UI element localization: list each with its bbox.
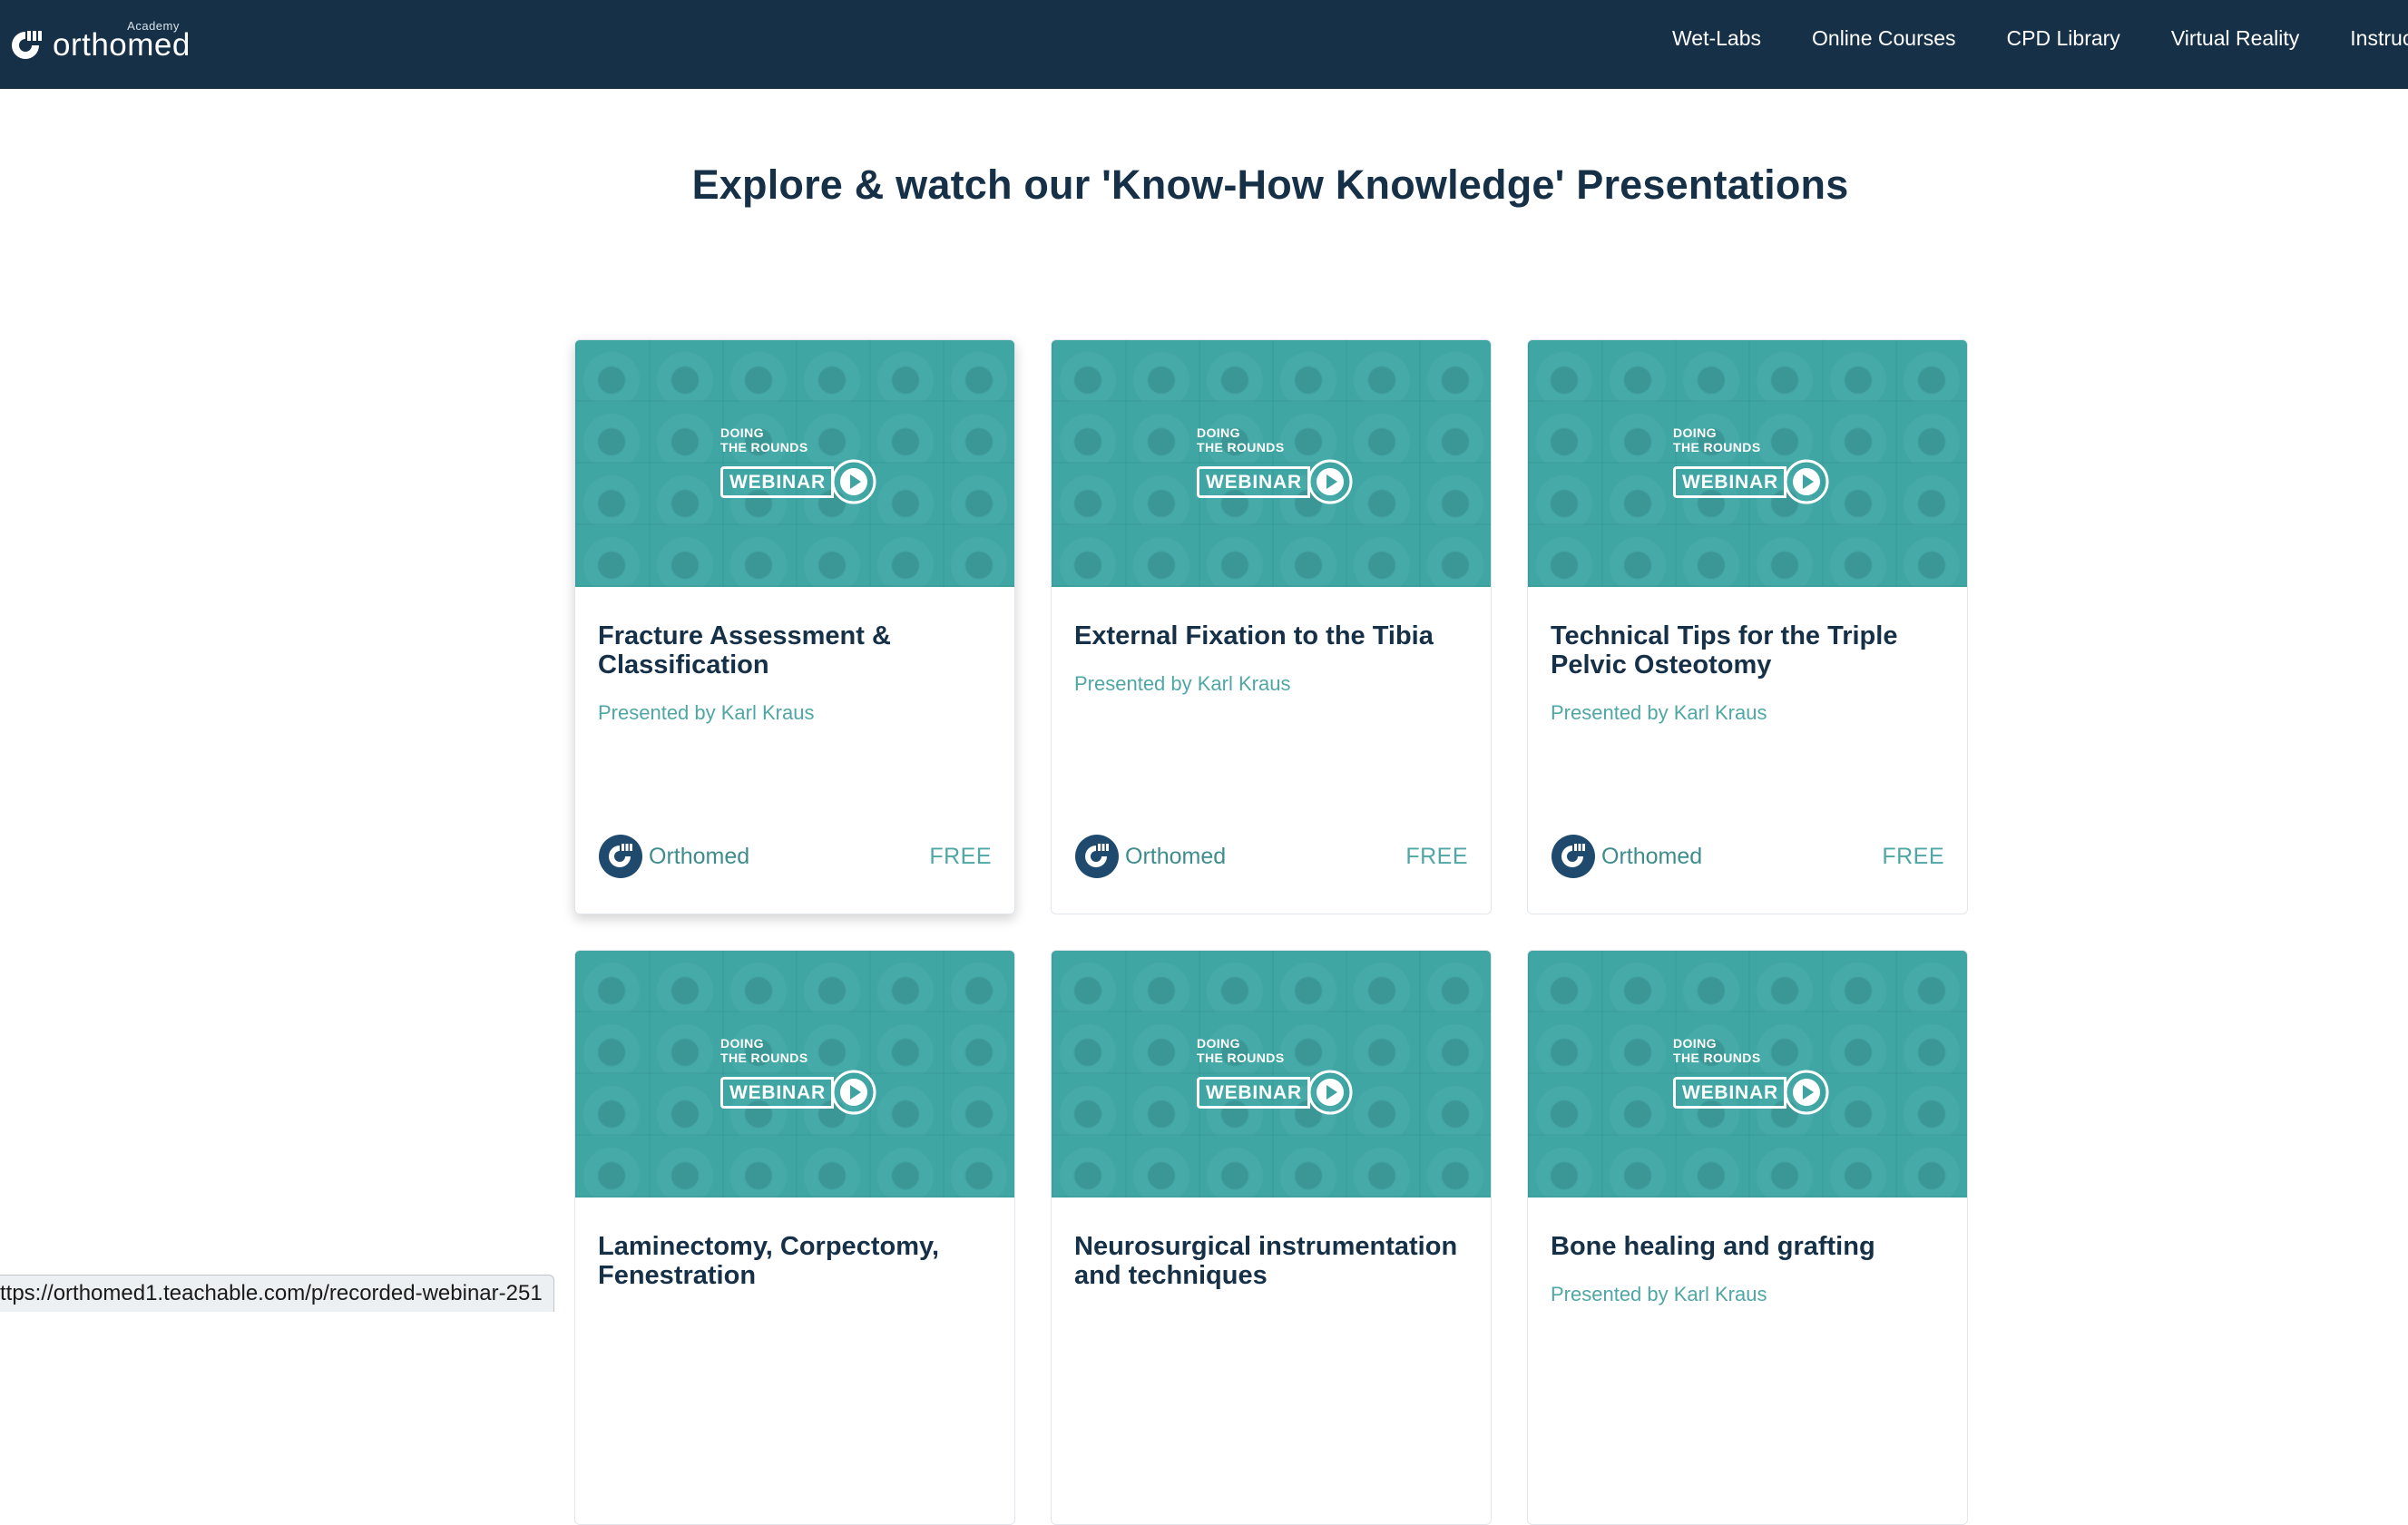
course-thumbnail: DOING THE ROUNDS WEBINAR: [1528, 340, 1967, 587]
play-circle-icon: [1307, 1070, 1353, 1115]
top-navbar: orthomed Academy Wet-Labs Online Courses…: [0, 0, 2408, 89]
course-provider: Orthomed: [1551, 834, 1702, 879]
course-card-body: Laminectomy, Corpectomy, Fenestration: [575, 1198, 1014, 1290]
course-card-body: Fracture Assessment & Classification Pre…: [575, 587, 1014, 725]
main-nav: Wet-Labs Online Courses CPD Library Virt…: [1672, 0, 2408, 76]
course-price: FREE: [1405, 843, 1468, 869]
webinar-badge: DOING THE ROUNDS WEBINAR: [1197, 425, 1354, 505]
play-circle-icon: [1307, 459, 1353, 504]
nav-item-cpd-library[interactable]: CPD Library: [2007, 26, 2120, 51]
badge-line-2: THE ROUNDS: [1197, 1051, 1285, 1065]
orthomed-avatar-icon: [1075, 835, 1119, 878]
badge-word: WEBINAR: [1197, 465, 1310, 498]
orthomed-logo-icon: [12, 31, 42, 59]
badge-pill: WEBINAR: [720, 458, 877, 505]
course-card[interactable]: DOING THE ROUNDS WEBINAR Technical Tips …: [1527, 339, 1968, 914]
course-title: Fracture Assessment & Classification: [598, 621, 891, 679]
course-thumbnail: DOING THE ROUNDS WEBINAR: [575, 951, 1014, 1198]
provider-name: Orthomed: [1125, 843, 1227, 869]
orthomed-avatar-icon: [599, 835, 642, 878]
course-author: Presented by Karl Kraus: [1074, 672, 1291, 695]
course-card[interactable]: DOING THE ROUNDS WEBINAR External Fixati…: [1051, 339, 1492, 914]
course-title: Technical Tips for the Triple Pelvic Ost…: [1551, 621, 1898, 679]
badge-word: WEBINAR: [1673, 1076, 1786, 1109]
course-title: External Fixation to the Tibia: [1074, 621, 1434, 650]
webinar-badge: DOING THE ROUNDS WEBINAR: [1197, 1036, 1354, 1116]
badge-line-2: THE ROUNDS: [720, 1051, 808, 1065]
course-price: FREE: [929, 843, 992, 869]
course-thumbnail: DOING THE ROUNDS WEBINAR: [1052, 951, 1491, 1198]
badge-line-1: DOING: [720, 425, 764, 440]
webinar-badge: DOING THE ROUNDS WEBINAR: [720, 1036, 877, 1116]
badge-pill: WEBINAR: [1673, 458, 1830, 505]
course-card-footer: Orthomed FREE: [1074, 834, 1468, 879]
course-title: Laminectomy, Corpectomy, Fenestration: [598, 1232, 940, 1290]
course-card-body: Bone healing and grafting Presented by K…: [1528, 1198, 1967, 1306]
logo-tag: Academy: [127, 19, 180, 33]
course-card-body: Technical Tips for the Triple Pelvic Ost…: [1528, 587, 1967, 725]
course-author: Presented by Karl Kraus: [1551, 1283, 1767, 1305]
course-thumbnail: DOING THE ROUNDS WEBINAR: [1528, 951, 1967, 1198]
badge-word: WEBINAR: [1197, 1076, 1310, 1109]
badge-word: WEBINAR: [1673, 465, 1786, 498]
course-card-body: External Fixation to the Tibia Presented…: [1052, 587, 1491, 696]
course-title: Neurosurgical instrumentation and techni…: [1074, 1232, 1458, 1290]
course-title: Bone healing and grafting: [1551, 1232, 1875, 1261]
webinar-badge: DOING THE ROUNDS WEBINAR: [1673, 425, 1830, 505]
course-card[interactable]: DOING THE ROUNDS WEBINAR Fracture Assess…: [574, 339, 1015, 914]
play-circle-icon: [831, 1070, 876, 1115]
play-circle-icon: [831, 459, 876, 504]
course-grid: DOING THE ROUNDS WEBINAR Fracture Assess…: [574, 339, 1968, 1525]
course-price: FREE: [1882, 843, 1944, 869]
badge-pill: WEBINAR: [1197, 458, 1354, 505]
badge-pill: WEBINAR: [1673, 1069, 1830, 1116]
badge-word: WEBINAR: [720, 465, 834, 498]
course-thumbnail: DOING THE ROUNDS WEBINAR: [1052, 340, 1491, 587]
course-card[interactable]: DOING THE ROUNDS WEBINAR Neurosurgical i…: [1051, 950, 1492, 1525]
badge-line-2: THE ROUNDS: [720, 440, 808, 455]
provider-name: Orthomed: [1601, 843, 1703, 869]
badge-word: WEBINAR: [720, 1076, 834, 1109]
course-card-body: Neurosurgical instrumentation and techni…: [1052, 1198, 1491, 1290]
webinar-badge: DOING THE ROUNDS WEBINAR: [720, 425, 877, 505]
badge-line-1: DOING: [1197, 425, 1240, 440]
course-thumbnail: DOING THE ROUNDS WEBINAR: [575, 340, 1014, 587]
badge-pill: WEBINAR: [720, 1069, 877, 1116]
site-logo[interactable]: orthomed Academy: [7, 16, 191, 74]
badge-line-2: THE ROUNDS: [1673, 440, 1761, 455]
badge-line-1: DOING: [1673, 1036, 1717, 1051]
course-provider: Orthomed: [598, 834, 749, 879]
badge-line-1: DOING: [1673, 425, 1717, 440]
badge-line-1: DOING: [1197, 1036, 1240, 1051]
nav-item-instructors[interactable]: Instructo: [2350, 26, 2408, 51]
play-circle-icon: [1784, 1070, 1829, 1115]
status-bar-url: ttps://orthomed1.teachable.com/p/recorde…: [0, 1275, 554, 1312]
nav-item-online-courses[interactable]: Online Courses: [1812, 26, 1956, 51]
badge-line-2: THE ROUNDS: [1197, 440, 1285, 455]
course-card[interactable]: DOING THE ROUNDS WEBINAR Bone healing an…: [1527, 950, 1968, 1525]
course-author: Presented by Karl Kraus: [598, 701, 815, 724]
course-card-footer: Orthomed FREE: [598, 834, 992, 879]
nav-item-wet-labs[interactable]: Wet-Labs: [1672, 26, 1761, 51]
course-provider: Orthomed: [1074, 834, 1226, 879]
nav-item-virtual-reality[interactable]: Virtual Reality: [2171, 26, 2299, 51]
badge-line-1: DOING: [720, 1036, 764, 1051]
badge-pill: WEBINAR: [1197, 1069, 1354, 1116]
badge-line-2: THE ROUNDS: [1673, 1051, 1761, 1065]
orthomed-avatar-icon: [1551, 835, 1595, 878]
course-card-footer: Orthomed FREE: [1551, 834, 1944, 879]
course-author: Presented by Karl Kraus: [1551, 701, 1767, 724]
logo-wordmark: orthomed Academy: [53, 19, 191, 64]
provider-name: Orthomed: [649, 843, 750, 869]
page-title: Explore & watch our 'Know-How Knowledge'…: [691, 161, 1849, 208]
webinar-badge: DOING THE ROUNDS WEBINAR: [1673, 1036, 1830, 1116]
course-card[interactable]: DOING THE ROUNDS WEBINAR Laminectomy, Co…: [574, 950, 1015, 1525]
play-circle-icon: [1784, 459, 1829, 504]
